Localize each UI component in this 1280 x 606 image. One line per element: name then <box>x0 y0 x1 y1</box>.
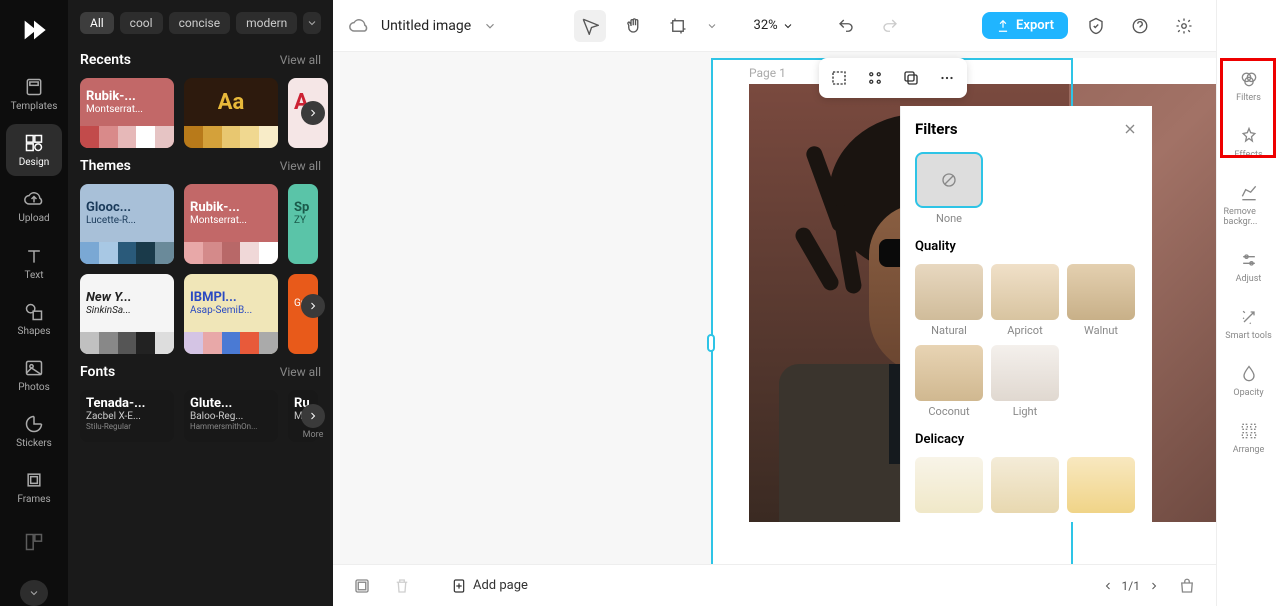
themes-section: Themes View all Glooc...Lucette-R... Rubi… <box>68 158 333 360</box>
font-card[interactable]: Glute...Baloo-Reg...HammersmithOn... <box>184 390 278 442</box>
crop-dropdown[interactable] <box>706 20 718 32</box>
canvas-area: Untitled image 32% Export Page 1 <box>333 0 1216 606</box>
nav-text[interactable]: Text <box>6 236 62 288</box>
theme-card[interactable]: New Y...SinkinSa... <box>80 274 174 354</box>
tag-concise[interactable]: concise <box>169 12 231 34</box>
theme-card[interactable]: Glooc...Lucette-R... <box>80 184 174 264</box>
tag-cool[interactable]: cool <box>120 12 163 34</box>
tag-modern[interactable]: modern <box>236 12 297 34</box>
nav-stickers[interactable]: Stickers <box>6 405 62 457</box>
resize-handle-left[interactable] <box>707 334 715 352</box>
top-bar: Untitled image 32% Export <box>333 0 1216 52</box>
theme-card[interactable]: SpZY <box>288 184 318 264</box>
page-count: 1/1 <box>1122 579 1140 593</box>
rtool-smart-tools[interactable]: Smart tools <box>1224 298 1274 349</box>
crop-selection-button[interactable] <box>825 64 853 92</box>
recents-section: Recents View all Rubik-...Montserrat... A… <box>68 52 333 154</box>
recents-view-all[interactable]: View all <box>280 53 321 67</box>
filter-walnut[interactable]: Walnut <box>1067 264 1135 337</box>
theme-card[interactable]: IBMPl...Asap-SemiB... <box>184 274 278 354</box>
canvas[interactable]: Page 1 <box>333 52 1216 564</box>
filter-none-label: None <box>915 212 983 225</box>
nav-more-hidden <box>6 518 62 570</box>
filter-none[interactable] <box>915 152 983 208</box>
selection-toolbar <box>819 58 967 98</box>
rtool-remove-bg[interactable]: Remove backgr... <box>1224 174 1274 235</box>
document-name[interactable]: Untitled image <box>381 18 471 34</box>
themes-next-button[interactable] <box>301 294 325 318</box>
nav-design[interactable]: Design <box>6 124 62 176</box>
recents-next-button[interactable] <box>301 101 325 125</box>
themes-title: Themes <box>80 158 131 174</box>
nav-upload[interactable]: Upload <box>6 180 62 232</box>
rtool-effects[interactable]: Effects <box>1224 117 1274 168</box>
quality-title: Quality <box>915 239 1138 254</box>
move-tool-button[interactable] <box>574 10 606 42</box>
filter-light[interactable]: Light <box>991 345 1059 418</box>
shield-icon[interactable] <box>1080 10 1112 42</box>
more-options-button[interactable] <box>933 64 961 92</box>
tag-all[interactable]: All <box>80 12 114 34</box>
recents-title: Recents <box>80 52 131 68</box>
cloud-status-icon <box>349 16 369 36</box>
settings-icon[interactable] <box>1168 10 1200 42</box>
delicacy-title: Delicacy <box>915 432 1138 447</box>
filter-apricot[interactable]: Apricot <box>991 264 1059 337</box>
redo-button[interactable] <box>874 10 906 42</box>
prev-page-button[interactable] <box>1102 580 1114 592</box>
filters-panel: Filters None Quality Natural Apricot Wal… <box>900 106 1152 522</box>
themes-view-all[interactable]: View all <box>280 159 321 173</box>
duplicate-button[interactable] <box>897 64 925 92</box>
help-icon[interactable] <box>1124 10 1156 42</box>
nav-shapes[interactable]: Shapes <box>6 293 62 345</box>
left-toolbar: Templates Design Upload Text Shapes Phot… <box>0 0 68 606</box>
shopping-bag-icon[interactable] <box>1174 573 1200 599</box>
undo-button[interactable] <box>830 10 862 42</box>
bottom-bar: Add page 1/1 <box>333 564 1216 606</box>
rtool-adjust[interactable]: Adjust <box>1224 241 1274 292</box>
nav-frames[interactable]: Frames <box>6 461 62 513</box>
design-panel: All cool concise modern Recents View all … <box>68 0 333 606</box>
delete-button[interactable] <box>389 573 415 599</box>
tag-dropdown[interactable] <box>303 12 321 34</box>
recent-card[interactable]: Aa <box>184 78 278 148</box>
fonts-next-button[interactable]: More <box>301 404 325 428</box>
ai-tools-button[interactable] <box>861 64 889 92</box>
nav-templates[interactable]: Templates <box>6 68 62 120</box>
filter-delicacy-item[interactable] <box>915 457 983 517</box>
page-navigation: 1/1 <box>1102 579 1160 593</box>
document-name-dropdown[interactable] <box>483 19 497 33</box>
recent-card[interactable]: Rubik-...Montserrat... <box>80 78 174 148</box>
filter-delicacy-item[interactable] <box>1067 457 1135 517</box>
font-card[interactable]: Tenada-...Zacbel X-E...Stilu-Regular <box>80 390 174 442</box>
next-page-button[interactable] <box>1148 580 1160 592</box>
nav-expand-button[interactable] <box>20 580 48 606</box>
layers-button[interactable] <box>349 573 375 599</box>
rtool-opacity[interactable]: Opacity <box>1224 355 1274 406</box>
fonts-view-all[interactable]: View all <box>280 365 321 379</box>
rtool-arrange[interactable]: Arrange <box>1224 412 1274 463</box>
export-button[interactable]: Export <box>982 12 1068 39</box>
filters-title: Filters <box>915 120 958 138</box>
fonts-section: Fonts View all Tenada-...Zacbel X-E...Sti… <box>68 364 333 448</box>
hand-tool-button[interactable] <box>618 10 650 42</box>
filter-delicacy-item[interactable] <box>991 457 1059 517</box>
filter-coconut[interactable]: Coconut <box>915 345 983 418</box>
fonts-title: Fonts <box>80 364 115 380</box>
filter-natural[interactable]: Natural <box>915 264 983 337</box>
tag-filter-row: All cool concise modern <box>68 12 333 48</box>
theme-card[interactable]: Rubik-...Montserrat... <box>184 184 278 264</box>
filters-close-button[interactable] <box>1122 121 1138 137</box>
zoom-level[interactable]: 32% <box>754 18 794 33</box>
crop-tool-button[interactable] <box>662 10 694 42</box>
app-logo[interactable] <box>17 14 51 46</box>
rtool-filters[interactable]: Filters <box>1224 60 1274 111</box>
right-toolbar: Filters Effects Remove backgr... Adjust … <box>1216 0 1280 606</box>
add-page-button[interactable]: Add page <box>451 578 528 594</box>
nav-photos[interactable]: Photos <box>6 349 62 401</box>
